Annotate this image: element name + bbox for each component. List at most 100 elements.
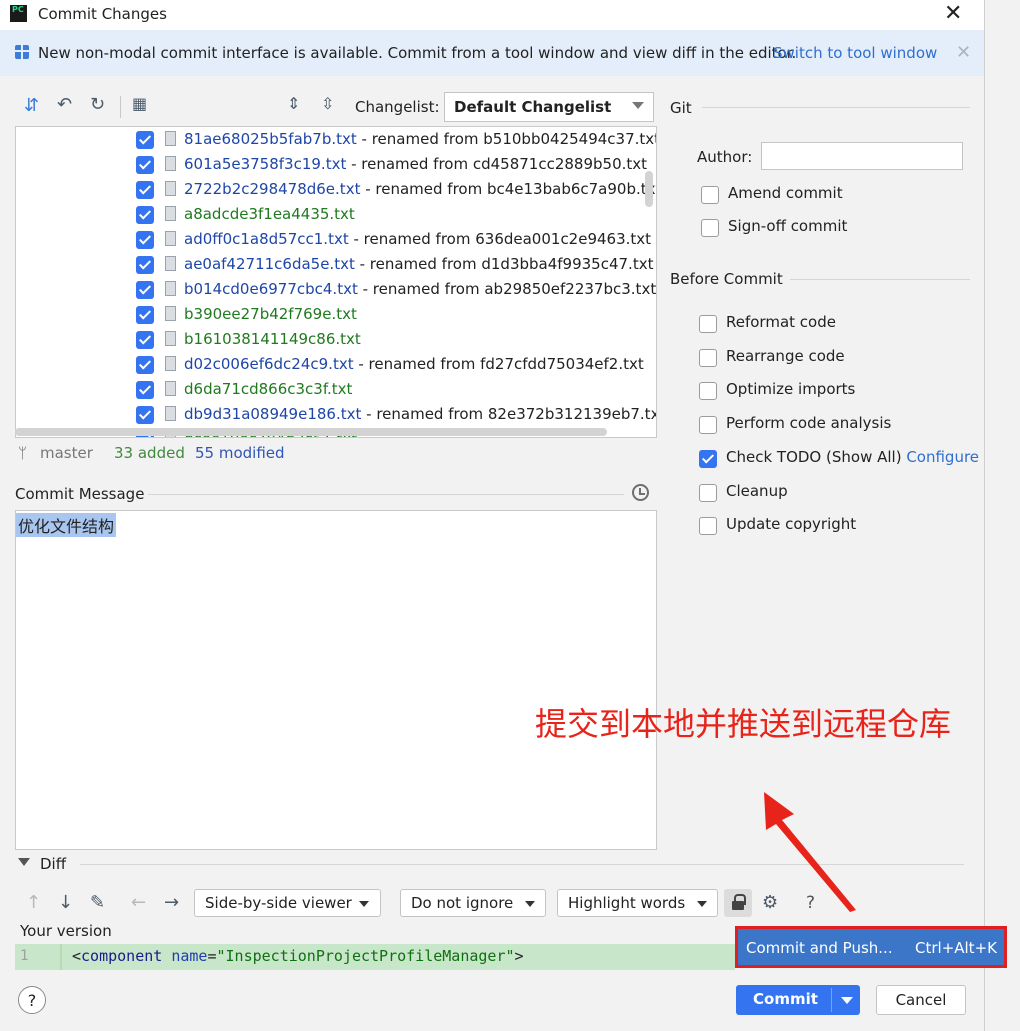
collapse-diff-icon[interactable]: [18, 858, 30, 866]
option-text: Perform code analysis: [726, 414, 892, 432]
chevron-down-icon: [697, 901, 707, 907]
text-file-icon: [165, 381, 176, 396]
commit-options-chevron-icon[interactable]: [841, 997, 853, 1004]
rename-note: - renamed from ab29850ef2237bc3.txt: [357, 280, 657, 298]
section-divider: [148, 494, 624, 495]
code-tag: component: [81, 947, 163, 965]
file-entry: 601a5e3758f3c19.txt - renamed from cd458…: [184, 155, 647, 173]
gift-icon: [15, 45, 29, 59]
close-icon[interactable]: ✕: [944, 1, 962, 26]
file-checkbox[interactable]: [136, 156, 154, 174]
author-input[interactable]: [761, 142, 963, 170]
text-file-icon: [165, 231, 176, 246]
commit-button-separator: [831, 988, 832, 1012]
background-ide-window: [984, 0, 1020, 1031]
refresh-icon[interactable]: ↻: [90, 94, 105, 115]
file-checkbox[interactable]: [136, 306, 154, 324]
compare-previous-file-icon[interactable]: ←: [131, 892, 146, 913]
highlight-dropdown[interactable]: Highlight words: [557, 889, 718, 917]
option-label: Update copyright: [726, 515, 856, 533]
checkbox-box[interactable]: [699, 450, 717, 468]
chevron-down-icon: [525, 901, 535, 907]
previous-difference-icon[interactable]: ↑: [26, 892, 41, 913]
switch-to-tool-window-link[interactable]: Switch to tool window: [773, 44, 937, 62]
show-diff-icon[interactable]: ⇵: [24, 95, 39, 116]
text-file-icon: [165, 306, 176, 321]
rename-note: - renamed from bc4e13bab6c7a90b.txt: [360, 180, 657, 198]
commit-button-label: Commit: [753, 990, 818, 1008]
option-label: Check TODO (Show All) Configure: [726, 448, 979, 466]
help-button[interactable]: ?: [18, 986, 46, 1014]
changed-files-list[interactable]: 81ae68025b5fab7b.txt - renamed from b510…: [15, 126, 657, 438]
branch-icon: ᛘ: [18, 444, 28, 462]
file-checkbox[interactable]: [136, 256, 154, 274]
file-checkbox[interactable]: [136, 231, 154, 249]
file-checkbox[interactable]: [136, 281, 154, 299]
configure-link[interactable]: Configure: [906, 448, 979, 466]
file-checkbox[interactable]: [136, 381, 154, 399]
file-name: b161038141149c86.txt: [184, 330, 361, 348]
checkbox-box[interactable]: [699, 484, 717, 502]
checkbox-box[interactable]: [699, 416, 717, 434]
file-checkbox[interactable]: [136, 131, 154, 149]
banner-close-icon[interactable]: ✕: [956, 42, 971, 63]
group-by-icon[interactable]: ▦: [132, 94, 147, 113]
checkbox-box[interactable]: [699, 349, 717, 367]
line-number: 1: [20, 948, 29, 964]
file-name: db9d31a08949e186.txt: [184, 405, 362, 423]
text-file-icon: [165, 131, 176, 146]
expand-all-icon[interactable]: ⇕: [287, 94, 300, 113]
file-checkbox[interactable]: [136, 356, 154, 374]
commit-message-label: Commit Message: [15, 485, 145, 503]
file-list-horizontal-scrollbar[interactable]: [15, 428, 607, 436]
window-title: Commit Changes: [38, 5, 167, 23]
file-name: d02c006ef6dc24c9.txt: [184, 355, 354, 373]
amend-commit-label: Amend commit: [728, 184, 843, 202]
checkbox-box[interactable]: [701, 186, 719, 204]
ignore-dropdown[interactable]: Do not ignore: [400, 889, 546, 917]
text-file-icon: [165, 281, 176, 296]
history-icon[interactable]: [632, 484, 649, 501]
branch-name[interactable]: master: [40, 444, 93, 462]
commit-message-text[interactable]: 优化文件结构: [16, 513, 117, 537]
file-name: ae0af42711c6da5e.txt: [184, 255, 355, 273]
cancel-button[interactable]: Cancel: [876, 985, 966, 1015]
option-label: Reformat code: [726, 313, 836, 331]
file-checkbox[interactable]: [136, 181, 154, 199]
edit-source-icon[interactable]: ✎: [90, 892, 105, 913]
diff-label[interactable]: Diff: [40, 855, 66, 873]
collapse-all-icon[interactable]: ⇳: [321, 94, 334, 113]
file-checkbox[interactable]: [136, 406, 154, 424]
commit-message-input[interactable]: [15, 510, 657, 850]
modified-count: 55 modified: [195, 444, 285, 462]
rollback-icon[interactable]: ↶: [57, 94, 72, 115]
highlight-value: Highlight words: [568, 894, 686, 912]
text-file-icon: [165, 256, 176, 271]
file-entry: 81ae68025b5fab7b.txt - renamed from b510…: [184, 130, 656, 148]
next-difference-icon[interactable]: ↓: [58, 892, 73, 913]
file-checkbox[interactable]: [136, 206, 154, 224]
commit-dialog: PC Commit Changes ✕ New non-modal commit…: [0, 0, 1007, 1031]
checkbox-box[interactable]: [699, 517, 717, 535]
file-checkbox[interactable]: [136, 331, 154, 349]
file-entry: d02c006ef6dc24c9.txt - renamed from fd27…: [184, 355, 644, 373]
compare-next-file-icon[interactable]: →: [164, 892, 179, 913]
code-gutter: [60, 944, 62, 970]
your-version-label: Your version: [20, 922, 112, 940]
checkbox-box[interactable]: [699, 382, 717, 400]
file-list-scrollbar[interactable]: [645, 171, 653, 207]
lock-icon[interactable]: [724, 889, 752, 917]
file-entry: b014cd0e6977cbc4.txt - renamed from ab29…: [184, 280, 656, 298]
file-name: 601a5e3758f3c19.txt: [184, 155, 347, 173]
option-text: Check TODO (Show All): [726, 448, 902, 466]
option-text: Rearrange code: [726, 347, 845, 365]
checkbox-box[interactable]: [701, 219, 719, 237]
viewer-dropdown[interactable]: Side-by-side viewer: [194, 889, 381, 917]
checkbox-box[interactable]: [699, 315, 717, 333]
file-name: a8adcde3f1ea4435.txt: [184, 205, 355, 223]
ignore-value: Do not ignore: [411, 894, 514, 912]
code-bracket: >: [514, 947, 524, 965]
section-divider: [702, 107, 970, 108]
file-entry: d6da71cd866c3c3f.txt: [184, 380, 352, 398]
code-bracket: <: [72, 947, 82, 965]
